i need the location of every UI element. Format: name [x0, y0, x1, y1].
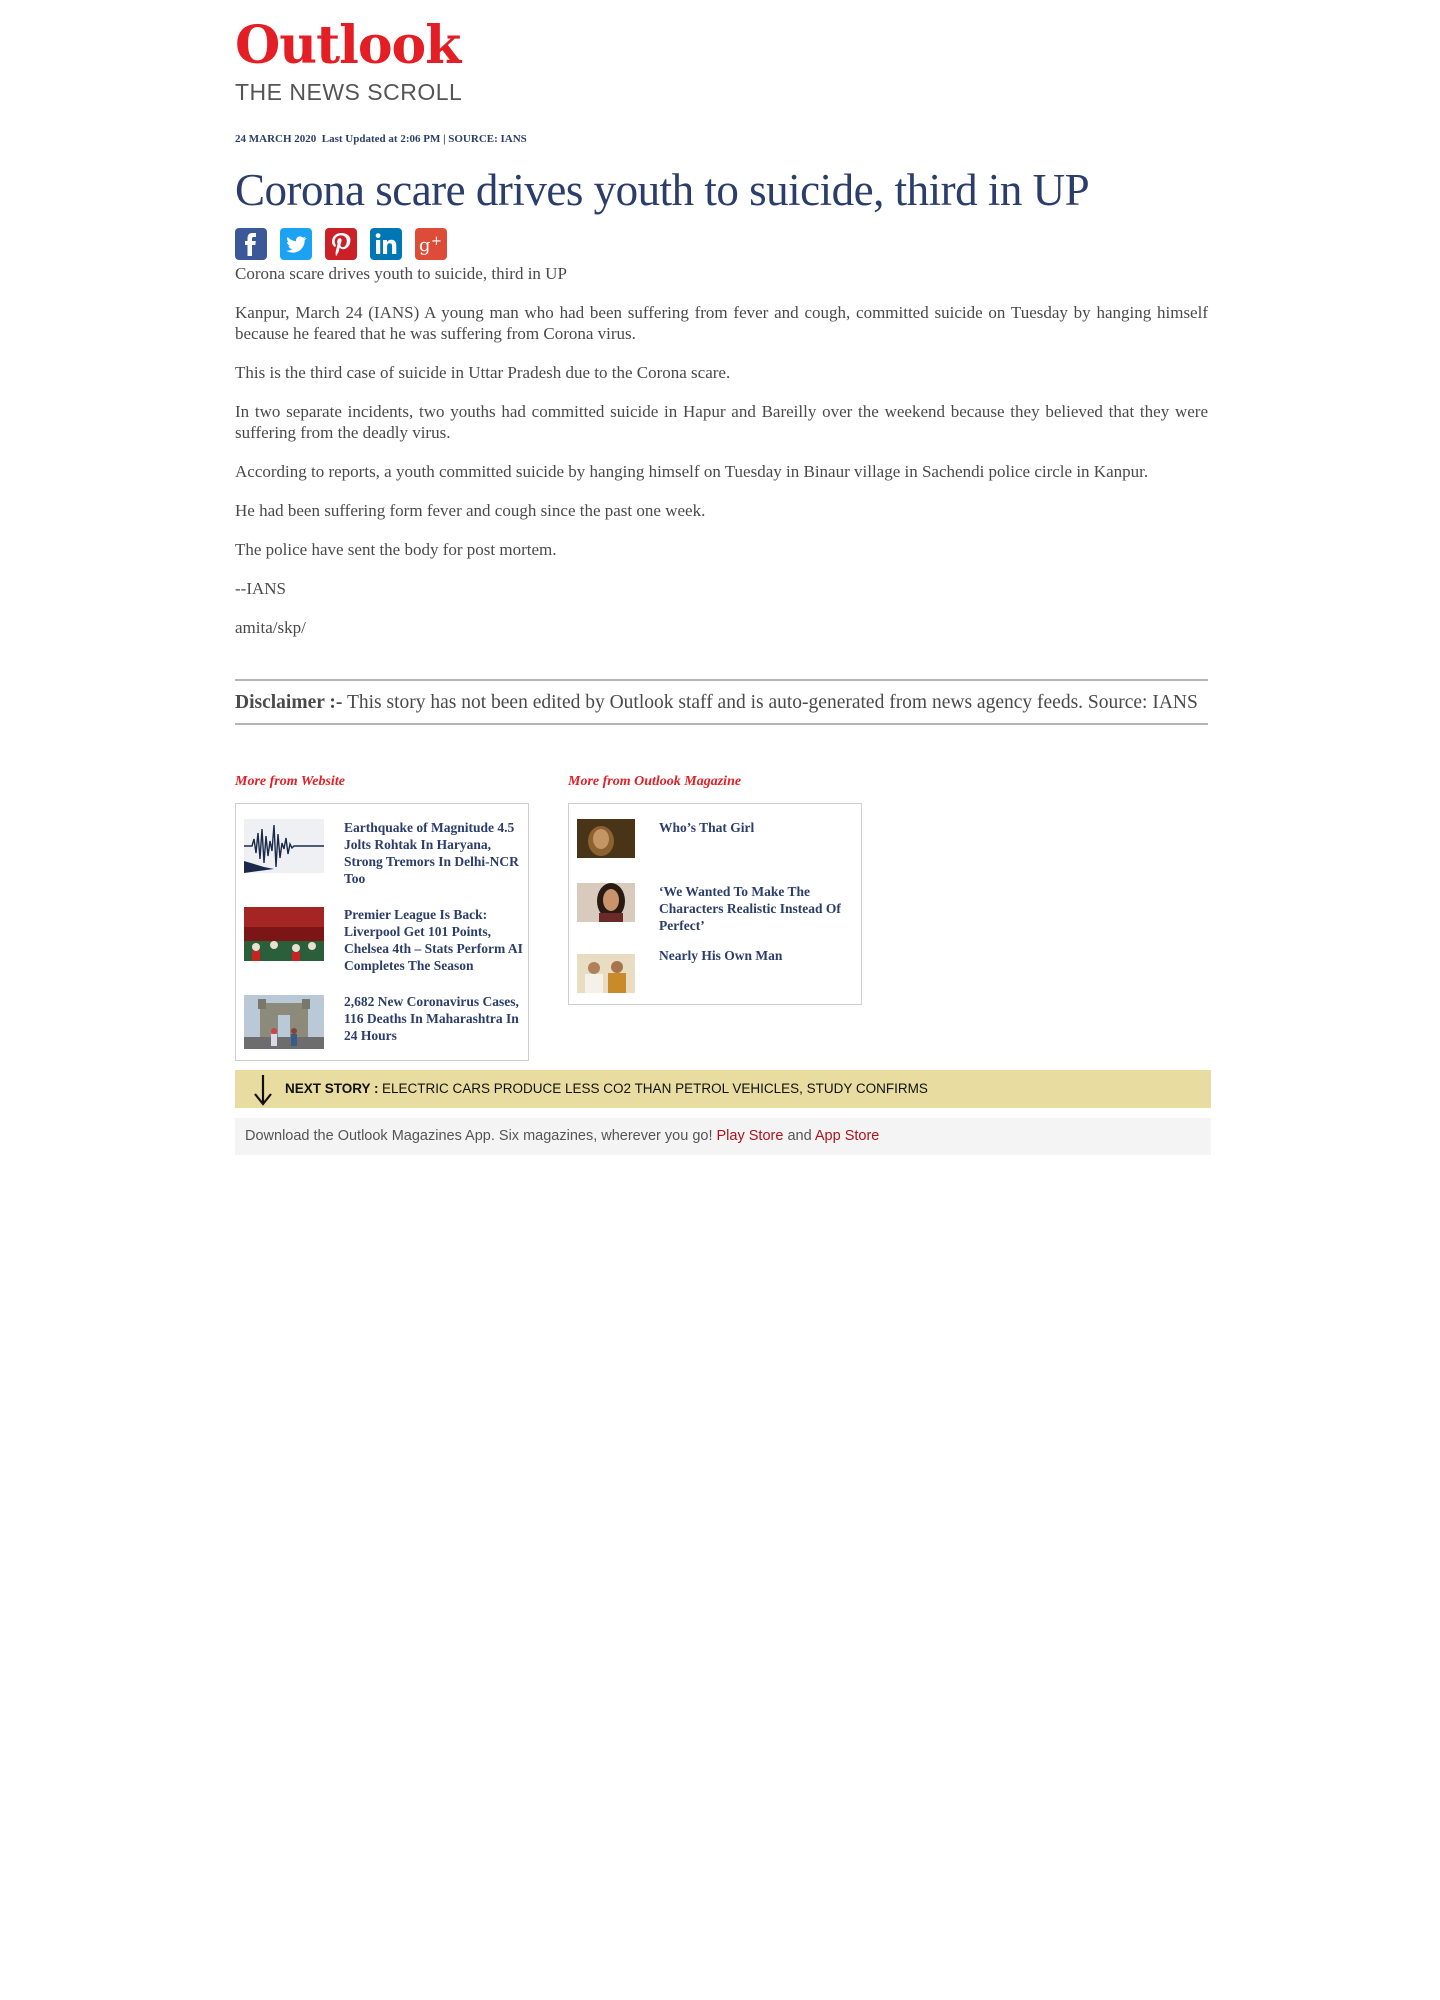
app-store-link[interactable]: App Store: [815, 1128, 880, 1144]
list-item[interactable]: 2,682 New Coronavirus Cases, 116 Deaths …: [244, 994, 519, 1049]
last-updated: Last Updated at 2:06 PM | SOURCE: IANS: [321, 133, 527, 145]
app-banner-text: Download the Outlook Magazines App. Six …: [245, 1128, 713, 1144]
list-item-title: 2,682 New Coronavirus Cases, 116 Deaths …: [344, 994, 519, 1043]
article-meta: 24 MARCH 2020 Last Updated at 2:06 PM | …: [235, 133, 527, 145]
facebook-share-button[interactable]: [235, 228, 267, 260]
publish-date: 24 MARCH 2020: [235, 133, 317, 145]
arrow-down-icon: [254, 1075, 272, 1106]
list-item-title: Earthquake of Magnitude 4.5 Jolts Rohtak…: [344, 820, 519, 886]
thumbnail-film-still: [577, 819, 635, 858]
thumbnail-gateway-of-india: [244, 995, 324, 1049]
thumbnail-seismograph: [244, 819, 324, 873]
pinterest-icon: [332, 233, 351, 256]
thumbnail-politicians: [577, 954, 635, 993]
list-item[interactable]: Who’s That Girl: [577, 819, 754, 858]
list-item[interactable]: Earthquake of Magnitude 4.5 Jolts Rohtak…: [244, 819, 519, 886]
twitter-icon: [286, 236, 307, 253]
article-paragraph: In two separate incidents, two youths ha…: [235, 402, 1208, 442]
thumbnail-football-crowd: [244, 907, 324, 961]
article-paragraph: Corona scare drives youth to suicide, th…: [235, 264, 567, 283]
article-paragraph: Kanpur, March 24 (IANS) A young man who …: [235, 303, 1208, 343]
more-from-website-list: Earthquake of Magnitude 4.5 Jolts Rohtak…: [235, 803, 529, 1061]
google-plus-icon: g +: [419, 234, 442, 256]
article-headline: Corona scare drives youth to suicide, th…: [235, 165, 1090, 215]
disclaimer-text: This story has not been edited by Outloo…: [346, 692, 1198, 713]
more-from-magazine-list: Who’s That Girl ‘We Wanted To Make The C…: [568, 803, 862, 1005]
play-store-link[interactable]: Play Store: [717, 1128, 784, 1144]
outlook-logo[interactable]: Outlook: [235, 18, 461, 74]
pinterest-share-button[interactable]: [325, 228, 357, 260]
svg-text:g: g: [419, 235, 431, 256]
linkedin-icon: [375, 233, 397, 254]
app-download-banner: Download the Outlook Magazines App. Six …: [235, 1118, 1211, 1155]
article-body: Corona scare drives youth to suicide, th…: [235, 263, 1208, 656]
article-paragraph: --IANS: [235, 579, 286, 598]
article-paragraph: He had been suffering form fever and cou…: [235, 501, 706, 520]
next-story-bar[interactable]: NEXT STORY : Electric cars produce less …: [235, 1070, 1211, 1108]
list-item[interactable]: ‘We Wanted To Make The Characters Realis…: [577, 883, 841, 933]
google-plus-share-button[interactable]: g +: [415, 228, 447, 260]
svg-text:+: +: [431, 234, 442, 249]
thumbnail-actress-portrait: [577, 883, 635, 922]
article-paragraph: amita/skp/: [235, 618, 306, 637]
linkedin-share-button[interactable]: [370, 228, 402, 260]
next-story-title[interactable]: Electric cars produce less CO2 than petr…: [382, 1081, 928, 1096]
disclaimer: Disclaimer :- This story has not been ed…: [235, 679, 1208, 725]
list-item-title: ‘We Wanted To Make The Characters Realis…: [659, 884, 841, 933]
twitter-share-button[interactable]: [280, 228, 312, 260]
more-from-website-title: More from Website: [235, 774, 345, 789]
list-item[interactable]: Nearly His Own Man: [577, 948, 782, 993]
disclaimer-label: Disclaimer :-: [235, 692, 343, 713]
app-banner-and: and: [787, 1128, 812, 1144]
next-story-label: NEXT STORY :: [285, 1081, 379, 1096]
share-bar: g +: [235, 228, 447, 260]
list-item-title: Nearly His Own Man: [659, 948, 783, 963]
facebook-icon: [245, 233, 256, 256]
article-paragraph: According to reports, a youth committed …: [235, 462, 1149, 481]
list-item-title: Premier League Is Back: Liverpool Get 10…: [344, 907, 523, 973]
article-paragraph: The police have sent the body for post m…: [235, 540, 557, 559]
list-item-title: Who’s That Girl: [659, 820, 755, 835]
more-from-magazine-title: More from Outlook Magazine: [568, 774, 742, 789]
article-paragraph: This is the third case of suicide in Utt…: [235, 363, 731, 382]
list-item[interactable]: Premier League Is Back: Liverpool Get 10…: [244, 907, 523, 973]
section-label[interactable]: THE NEWS SCROLL: [235, 79, 462, 106]
